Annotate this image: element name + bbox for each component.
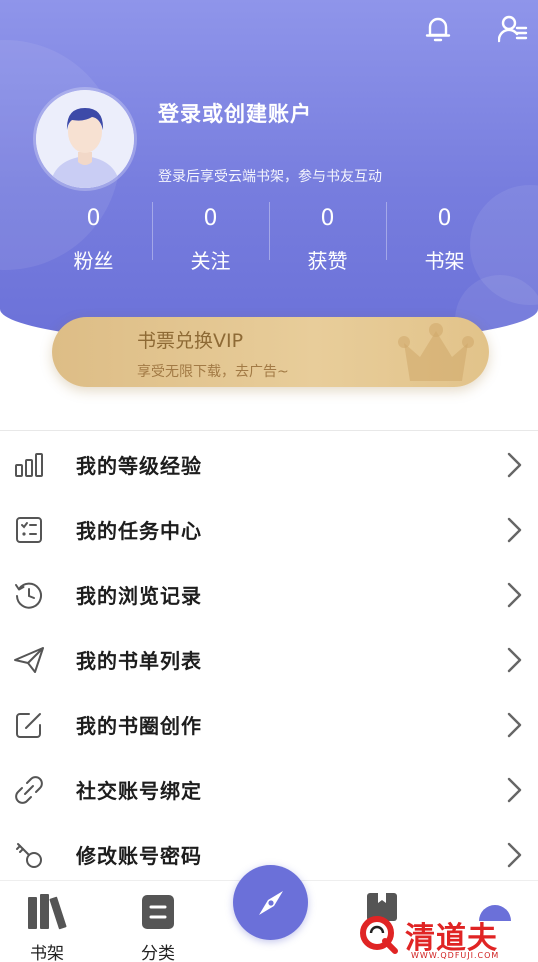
stat-label: 书架 (424, 249, 465, 273)
vip-exchange-card[interactable]: 书票兑换VIP 享受无限下载，去广告~ (52, 317, 489, 387)
edit-icon (12, 708, 46, 742)
chevron-right-icon (507, 517, 522, 542)
stat-fans[interactable]: 0 粉丝 (35, 200, 152, 280)
stat-value: 0 (86, 206, 101, 231)
stat-value: 0 (320, 206, 335, 231)
chevron-right-icon (507, 582, 522, 607)
menu-item-label: 我的任务中心 (76, 519, 202, 543)
tab-label: 分类 (141, 944, 175, 962)
menu-item-label: 我的等级经验 (76, 454, 202, 478)
section-divider (0, 430, 538, 431)
compass-icon (258, 890, 283, 915)
menu-item-tasks[interactable]: 我的任务中心 (0, 497, 538, 562)
avatar[interactable] (36, 90, 134, 188)
chevron-right-icon (507, 452, 522, 477)
link-icon (12, 773, 46, 807)
paper-plane-icon (12, 643, 46, 677)
login-subtitle: 登录后享受云端书架，参与书友互动 (158, 169, 382, 185)
menu-item-label: 修改账号密码 (76, 844, 202, 868)
menu-item-creations[interactable]: 我的书圈创作 (0, 692, 538, 757)
vip-subtitle: 享受无限下载，去广告~ (137, 364, 289, 380)
watermark: 清道夫 WWW.QDFUJI.COM (355, 911, 525, 961)
menu-item-label: 我的浏览记录 (76, 584, 202, 608)
stat-following[interactable]: 0 关注 (152, 200, 269, 280)
tab-label: 书架 (30, 944, 64, 962)
tab-bookshelf[interactable]: 书架 (2, 881, 92, 962)
stats-row: 0 粉丝 0 关注 0 获赞 0 书架 (35, 200, 503, 280)
menu-item-label: 社交账号绑定 (76, 779, 202, 803)
menu-item-history[interactable]: 我的浏览记录 (0, 562, 538, 627)
chevron-right-icon (507, 647, 522, 672)
stat-label: 粉丝 (73, 249, 114, 273)
settings-menu: 我的等级经验 我的任务中心 我的浏览记录 我的书单列表 我的书圈创作 社交账号绑… (0, 432, 538, 887)
chevron-right-icon (507, 842, 522, 867)
bookshelf-icon (28, 894, 67, 930)
menu-item-level[interactable]: 我的等级经验 (0, 432, 538, 497)
key-icon (12, 838, 46, 872)
watermark-url: WWW.QDFUJI.COM (411, 951, 500, 960)
user-settings-icon[interactable] (496, 12, 530, 46)
history-clock-icon (12, 578, 46, 612)
chevron-right-icon (507, 712, 522, 737)
watermark-logo-icon (360, 916, 398, 954)
login-title[interactable]: 登录或创建账户 (158, 98, 312, 128)
vip-title: 书票兑换VIP (137, 330, 244, 352)
profile-header: 登录或创建账户 登录后享受云端书架，参与书友互动 0 粉丝 0 关注 0 获赞 … (0, 0, 538, 345)
bell-icon[interactable] (421, 12, 455, 46)
crown-icon (398, 323, 474, 381)
menu-item-label: 我的书圈创作 (76, 714, 202, 738)
discover-button[interactable] (233, 865, 308, 940)
stat-label: 获赞 (307, 249, 348, 273)
menu-item-social-binding[interactable]: 社交账号绑定 (0, 757, 538, 822)
tab-category[interactable]: 分类 (113, 881, 203, 962)
category-icon (142, 895, 174, 929)
bar-chart-icon (12, 448, 46, 482)
chevron-right-icon (507, 777, 522, 802)
stat-likes[interactable]: 0 获赞 (269, 200, 386, 280)
stat-label: 关注 (190, 249, 231, 273)
menu-item-label: 我的书单列表 (76, 649, 202, 673)
task-list-icon (12, 513, 46, 547)
menu-item-booklists[interactable]: 我的书单列表 (0, 627, 538, 692)
stat-value: 0 (437, 206, 452, 231)
stat-bookshelf[interactable]: 0 书架 (386, 200, 503, 280)
stat-value: 0 (203, 206, 218, 231)
